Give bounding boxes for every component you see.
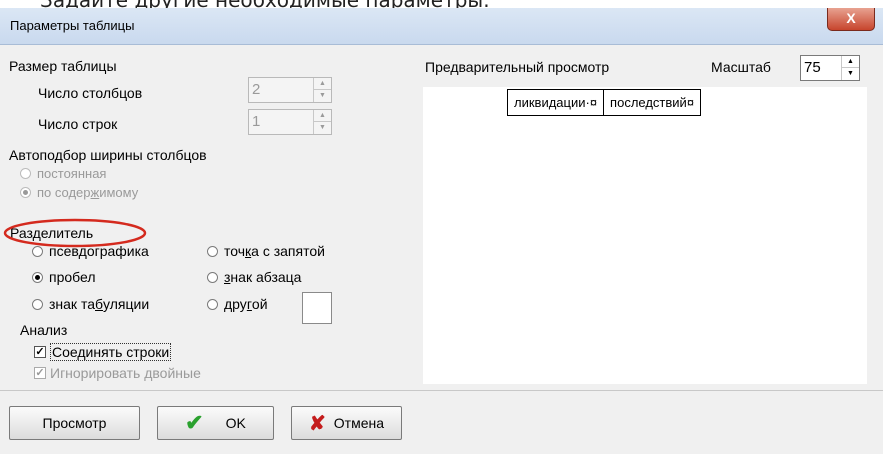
autofit-title: Автоподбор ширины столбцов: [9, 147, 207, 163]
spin-up-icon[interactable]: ▲: [314, 78, 331, 90]
zoom-value: 75: [804, 59, 821, 76]
other-separator-input[interactable]: [302, 292, 332, 324]
close-icon: X: [846, 10, 856, 26]
check-icon: ✔: [185, 410, 204, 435]
spin-down-icon[interactable]: ▼: [842, 68, 859, 80]
zoom-spinner[interactable]: 75 ▲ ▼: [800, 55, 860, 81]
spin-down-icon[interactable]: ▼: [314, 90, 331, 102]
separator-tab-radio[interactable]: знак та б уляции: [32, 296, 149, 312]
radio-icon: [207, 271, 218, 283]
spin-down-icon[interactable]: ▼: [314, 122, 331, 134]
columns-value: 2: [252, 81, 261, 98]
preview-button[interactable]: Просмотр: [9, 406, 140, 440]
rows-spinner[interactable]: 1 ▲ ▼: [248, 109, 332, 135]
radio-icon: [20, 168, 31, 179]
spin-up-icon[interactable]: ▲: [314, 110, 331, 122]
spin-up-icon[interactable]: ▲: [842, 56, 859, 68]
preview-cell: последствий¤: [603, 89, 702, 116]
dialog-body: Размер таблицы Число столбцов 2 ▲ ▼ Число…: [0, 45, 883, 454]
checkbox-checked-icon: ✓: [34, 346, 46, 358]
ok-button[interactable]: ✔ OK: [157, 406, 274, 440]
radio-selected-icon: [20, 187, 31, 198]
zoom-label: Масштаб: [711, 59, 771, 75]
preview-table: ликвидации·¤ последствий¤: [506, 89, 702, 116]
divider: [0, 390, 883, 391]
separator-paragraph-radio[interactable]: з нак абзаца: [207, 269, 301, 285]
join-rows-checkbox[interactable]: ✓ Соединять строки: [34, 343, 172, 361]
checkbox-checked-icon: ✓: [34, 367, 46, 379]
radio-icon: [207, 298, 218, 310]
close-button[interactable]: X: [827, 8, 875, 31]
preview-area: ликвидации·¤ последствий¤: [423, 87, 867, 384]
radio-icon: [32, 245, 43, 257]
autofit-fixed-radio[interactable]: постоянная: [20, 166, 106, 181]
table-size-title: Размер таблицы: [9, 58, 117, 74]
separator-space-radio[interactable]: пробел: [32, 269, 96, 285]
rows-label: Число строк: [38, 116, 118, 132]
dialog-title-bar: Параметры таблицы X: [0, 8, 883, 45]
separator-pseudographics-radio[interactable]: псевдографика: [32, 243, 149, 259]
columns-spinner[interactable]: 2 ▲ ▼: [248, 77, 332, 103]
ignore-double-checkbox[interactable]: ✓ Игнорировать двойные: [34, 365, 201, 381]
analysis-title: Анализ: [20, 322, 68, 338]
dialog-title: Параметры таблицы: [10, 18, 135, 33]
x-icon: ✘: [309, 412, 326, 435]
radio-selected-icon: [32, 271, 43, 283]
separator-other-radio[interactable]: дру г ой: [207, 296, 268, 312]
preview-cell: ликвидации·¤: [506, 89, 605, 116]
autofit-content-radio[interactable]: по содер ж имому: [20, 185, 138, 200]
radio-icon: [32, 298, 43, 310]
preview-label: Предварительный просмотр: [425, 59, 610, 75]
cancel-button[interactable]: ✘ Отмена: [291, 406, 402, 440]
rows-value: 1: [252, 113, 261, 130]
separator-semicolon-radio[interactable]: точ к а с запятой: [207, 243, 325, 259]
radio-icon: [207, 245, 218, 257]
columns-label: Число столбцов: [38, 85, 143, 101]
